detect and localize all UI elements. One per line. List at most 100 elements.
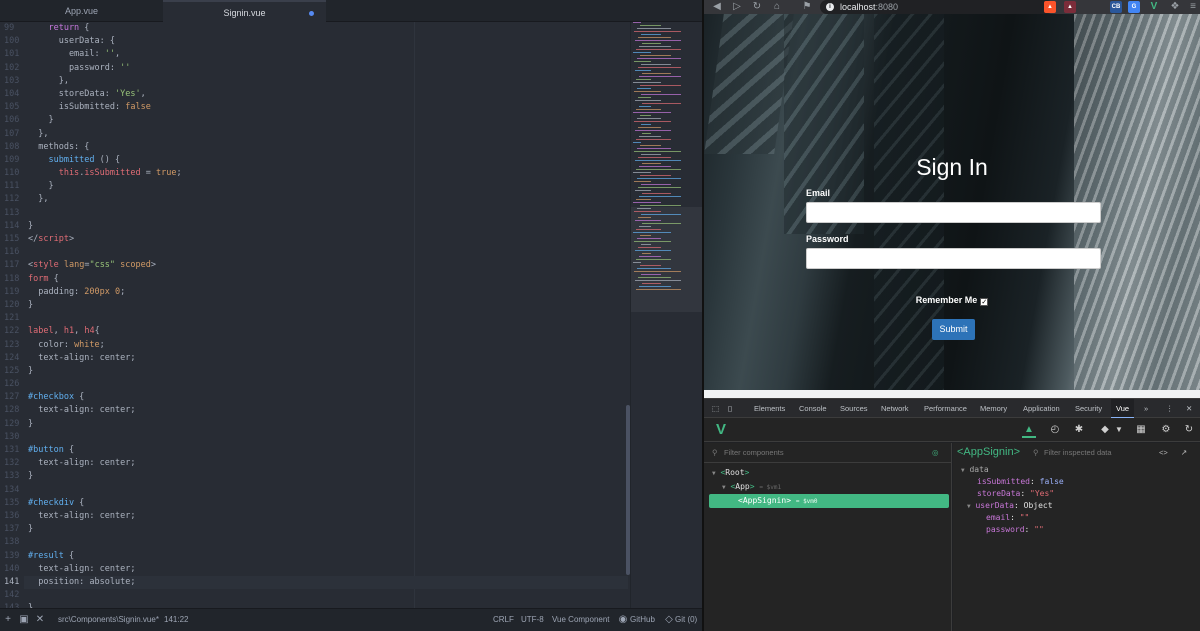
minimap[interactable] [630,22,703,608]
inspect-icon[interactable]: ⬚ [712,399,719,419]
prop-email[interactable]: email: "" [986,512,1029,524]
tab-console[interactable]: Console [799,399,827,419]
code-line[interactable]: } [24,220,628,233]
tab-vue[interactable]: Vue [1111,399,1135,419]
code-line[interactable]: } [24,299,628,312]
submit-button[interactable]: Submit [932,319,975,340]
code-line[interactable]: } [24,470,628,483]
cursor-position[interactable]: 141:22 [164,609,188,631]
code-line[interactable]: password: '' [24,62,628,75]
code-line[interactable]: #checkbox { [24,391,628,404]
home-icon[interactable]: ⌂ [770,0,784,14]
tree-node-root[interactable]: ▼ <Root> [712,467,749,479]
vuex-icon[interactable]: ✱ [1072,422,1086,438]
code-line[interactable]: } [24,523,628,536]
code-line[interactable]: email: '', [24,48,628,61]
code-line[interactable]: } [24,180,628,193]
code-line[interactable]: isSubmitted: false [24,101,628,114]
code-line[interactable] [24,589,628,602]
tab-memory[interactable]: Memory [980,399,1007,419]
line-ending[interactable]: CRLF [493,609,514,631]
bookmark-icon[interactable]: ⚑ [800,0,814,14]
settings-icon[interactable]: ⚙ [1159,422,1173,438]
code-line[interactable]: } [24,114,628,127]
tree-node-app[interactable]: ▼ <App> = $vm1 [722,481,781,493]
encoding[interactable]: UTF-8 [521,609,544,631]
email-field[interactable] [806,202,1101,223]
code-line[interactable]: <style lang="css" scoped> [24,259,628,272]
code-line[interactable]: padding: 200px 0; [24,286,628,299]
remember-me-checkbox[interactable]: ✓ [980,298,989,306]
code-line[interactable] [24,207,628,220]
forward-icon[interactable]: ▷ [730,0,744,14]
code-line[interactable]: submitted () { [24,154,628,167]
code-line[interactable] [24,312,628,325]
grammar[interactable]: Vue Component [552,609,610,631]
device-toggle-icon[interactable]: ▯ [728,399,732,419]
data-section[interactable]: ▼ data [961,464,989,476]
extension-cb-icon[interactable]: CB [1110,1,1122,13]
code-line[interactable]: userData: { [24,35,628,48]
select-target-icon[interactable]: ◎ [932,443,939,462]
components-icon[interactable]: ▲ [1022,422,1036,438]
code-line[interactable]: text-align: center; [24,352,628,365]
close-icon[interactable]: ✕ [34,614,46,626]
open-in-editor-icon[interactable]: ↗ [1181,443,1187,462]
performance-icon[interactable]: ▦ [1134,422,1148,438]
history-icon[interactable]: ◴ [1048,422,1062,438]
code-line[interactable] [24,484,628,497]
extensions-puzzle-icon[interactable]: ❖ [1168,0,1182,14]
more-tabs-icon[interactable]: » [1144,399,1148,419]
code-line[interactable]: } [24,365,628,378]
filter-components-input[interactable]: Filter components [724,443,784,462]
code-line[interactable]: text-align: center; [24,457,628,470]
file-path[interactable]: src\Components\Signin.vue* [58,609,159,631]
code-line[interactable]: form { [24,273,628,286]
code-line[interactable]: color: white; [24,339,628,352]
code-line[interactable]: label, h1, h4{ [24,325,628,338]
expand-icon[interactable]: ▼ [712,470,716,477]
code-line[interactable]: #result { [24,550,628,563]
site-info-icon[interactable]: i [826,3,834,11]
code-line[interactable]: }, [24,75,628,88]
refresh-icon[interactable]: ↻ [1182,422,1196,438]
code-line[interactable]: this.isSubmitted = true; [24,167,628,180]
code-line[interactable]: #checkdiv { [24,497,628,510]
code-line[interactable]: }, [24,128,628,141]
tab-application[interactable]: Application [1023,399,1060,419]
tree-node-appsignin[interactable]: <AppSignin> = $vm0 [738,495,818,507]
prop-password[interactable]: password: "" [986,524,1044,536]
extension-g-icon[interactable]: G [1128,1,1140,13]
code-line[interactable]: text-align: center; [24,563,628,576]
code-line[interactable]: storeData: 'Yes', [24,88,628,101]
code-line[interactable]: position: absolute; [24,575,628,590]
tab-network[interactable]: Network [881,399,909,419]
chevron-down-icon[interactable]: ▼ [1112,422,1126,438]
code-icon[interactable]: <> [1159,443,1168,462]
devtools-menu-icon[interactable]: ⋮ [1166,399,1174,419]
code-line[interactable]: text-align: center; [24,510,628,523]
terminal-icon[interactable]: ▣ [18,614,30,626]
tab-sources[interactable]: Sources [840,399,868,419]
brave-shield-icon[interactable]: ▲ [1044,1,1056,13]
menu-icon[interactable]: ≡ [1186,0,1200,14]
code-line[interactable]: text-align: center; [24,404,628,417]
reload-icon[interactable]: ↻ [750,0,764,14]
close-devtools-icon[interactable]: ✕ [1186,399,1192,419]
vue-devtools-icon[interactable]: V [1148,1,1160,13]
prop-issubmitted[interactable]: isSubmitted: false [977,476,1064,488]
code-line[interactable] [24,431,628,444]
tab-elements[interactable]: Elements [754,399,785,419]
code-line[interactable]: </script> [24,233,628,246]
rewards-icon[interactable]: ▲ [1064,1,1076,13]
code-line[interactable]: return { [24,22,628,35]
add-icon[interactable]: + [2,614,14,626]
git-button[interactable]: Git (0) [675,609,697,631]
expand-icon[interactable]: ▼ [722,484,726,491]
prop-storedata[interactable]: storeData: "Yes" [977,488,1054,500]
code-line[interactable]: }, [24,193,628,206]
password-field[interactable] [806,248,1101,269]
tab-security[interactable]: Security [1075,399,1102,419]
tab-app-vue[interactable]: App.vue [0,0,163,22]
code-line[interactable]: methods: { [24,141,628,154]
